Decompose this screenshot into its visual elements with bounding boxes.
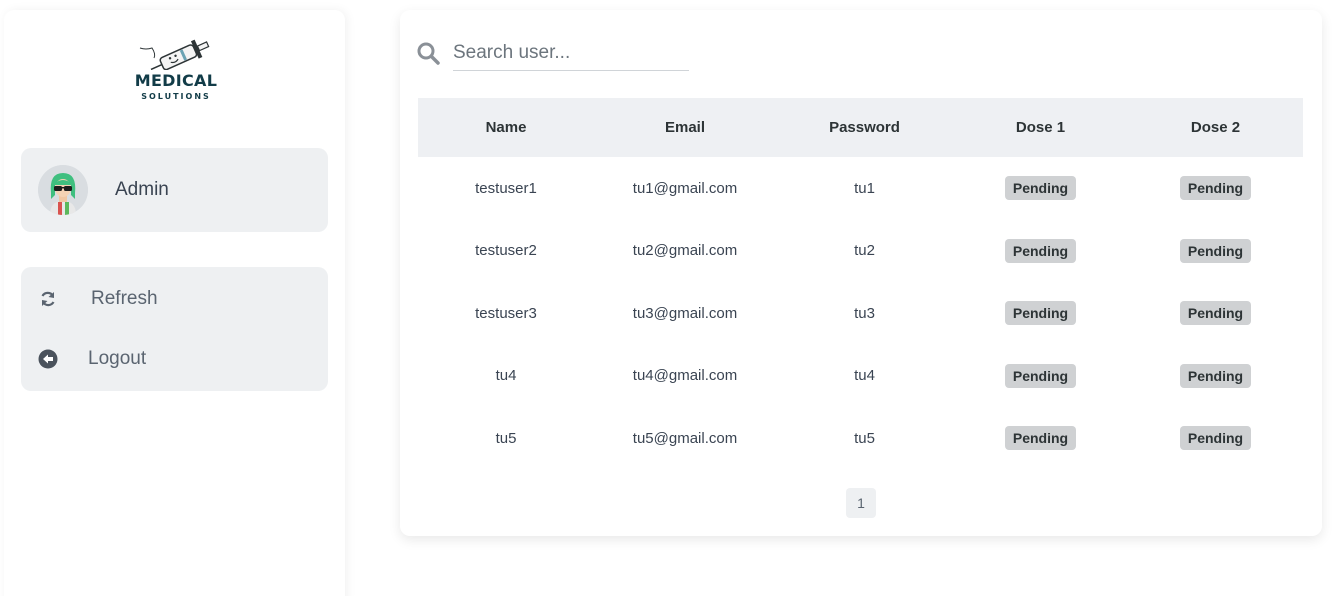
refresh-button[interactable]: Refresh <box>21 279 328 319</box>
cell-email: tu4@gmail.com <box>632 367 738 385</box>
table-row[interactable]: testuser3 tu3@gmail.com tu3 Pending Pend… <box>418 282 1303 345</box>
table-row[interactable]: tu5 tu5@gmail.com tu5 Pending Pending <box>418 407 1303 470</box>
cell-name: tu5 <box>495 429 517 447</box>
header-name[interactable]: Name <box>418 98 594 157</box>
cell-email: tu3@gmail.com <box>632 304 738 322</box>
cell-password: tu3 <box>854 304 875 322</box>
users-table: Name Email Password Dose 1 Dose 2 testus… <box>418 98 1303 470</box>
brand-subtitle: SOLUTIONS <box>141 92 211 101</box>
pagination-page-button[interactable]: 1 <box>846 488 876 518</box>
table-row[interactable]: tu4 tu4@gmail.com tu4 Pending Pending <box>418 345 1303 408</box>
dose-1-status-badge: Pending <box>1004 176 1077 201</box>
dose-2-status-badge: Pending <box>1179 363 1252 388</box>
profile-name: Admin <box>115 179 169 200</box>
header-dose-2[interactable]: Dose 2 <box>1128 98 1303 157</box>
brand-title: MEDICAL <box>134 71 218 90</box>
cell-password: tu4 <box>854 367 875 385</box>
logout-button[interactable]: Logout <box>21 339 328 379</box>
dose-1-status-badge: Pending <box>1004 363 1077 388</box>
users-panel: Name Email Password Dose 1 Dose 2 testus… <box>400 10 1322 536</box>
refresh-icon <box>38 289 58 309</box>
refresh-label: Refresh <box>91 288 158 309</box>
avatar-icon <box>38 165 88 215</box>
search-input[interactable] <box>453 36 689 71</box>
header-dose-1[interactable]: Dose 1 <box>953 98 1128 157</box>
table-row[interactable]: testuser1 tu1@gmail.com tu1 Pending Pend… <box>418 157 1303 220</box>
dose-2-status-badge: Pending <box>1179 176 1252 201</box>
cell-name: tu4 <box>495 367 517 385</box>
cell-name: testuser3 <box>475 304 537 322</box>
dose-1-status-badge: Pending <box>1004 426 1077 451</box>
profile-card: Admin <box>21 148 328 232</box>
dose-1-status-badge: Pending <box>1004 238 1077 263</box>
search-icon <box>416 41 442 67</box>
cell-name: testuser2 <box>475 242 537 260</box>
dose-2-status-badge: Pending <box>1179 238 1252 263</box>
cell-email: tu2@gmail.com <box>632 242 738 260</box>
dose-2-status-badge: Pending <box>1179 301 1252 326</box>
dose-1-status-badge: Pending <box>1004 301 1077 326</box>
header-password[interactable]: Password <box>776 98 953 157</box>
table-row[interactable]: testuser2 tu2@gmail.com tu2 Pending Pend… <box>418 220 1303 283</box>
cell-email: tu1@gmail.com <box>632 179 738 197</box>
dose-2-status-badge: Pending <box>1179 426 1252 451</box>
table-header-row: Name Email Password Dose 1 Dose 2 <box>418 98 1303 157</box>
syringe-icon <box>139 39 210 70</box>
brand-logo[interactable]: MEDICAL SOLUTIONS <box>134 36 218 106</box>
logout-icon <box>38 349 58 369</box>
cell-password: tu1 <box>854 179 875 197</box>
cell-name: testuser1 <box>475 179 537 197</box>
sidebar-menu: Refresh Logout <box>21 267 328 391</box>
cell-password: tu5 <box>854 429 875 447</box>
sidebar: MEDICAL SOLUTIONS Admin Refresh Logout <box>4 10 345 596</box>
cell-email: tu5@gmail.com <box>632 429 738 447</box>
header-email[interactable]: Email <box>594 98 776 157</box>
cell-password: tu2 <box>854 242 875 260</box>
logout-label: Logout <box>88 348 147 369</box>
